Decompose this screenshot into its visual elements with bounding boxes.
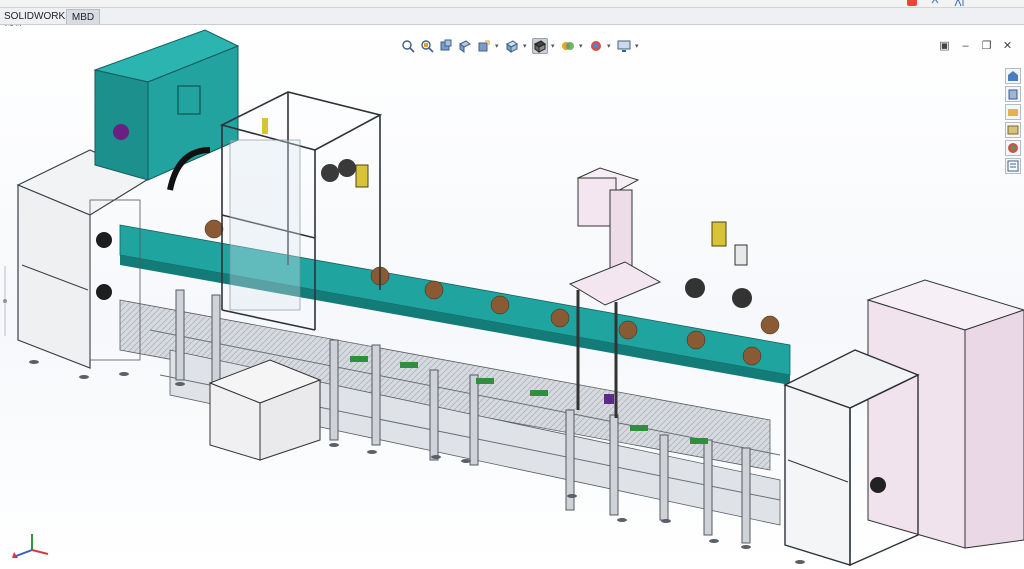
press-station	[568, 167, 662, 418]
feature-manager-collapse-handle[interactable]	[0, 266, 10, 336]
tile-icon[interactable]: ▣	[938, 39, 951, 52]
custom-properties-icon[interactable]	[1005, 158, 1021, 174]
edit-appearance-icon[interactable]	[588, 38, 604, 54]
close-icon[interactable]: ✕	[1001, 39, 1014, 52]
reference-triad	[10, 532, 50, 562]
chevron-down-icon[interactable]: ▾	[579, 42, 585, 50]
app-logo-icon[interactable]	[906, 0, 917, 7]
hide-show-items-icon[interactable]	[560, 38, 576, 54]
section-view-icon[interactable]	[457, 38, 473, 54]
command-manager-tabs: SOLIDWORKS 插件 MBD	[0, 8, 1024, 37]
document-window-controls: ▣ – ❐ ✕	[938, 39, 1014, 53]
minimize-icon[interactable]: –	[959, 39, 972, 52]
graphics-area[interactable]: ▾ ▾ ▾ ▾ ▾ ▾ ▣ – ❐ ✕	[0, 26, 1024, 569]
appearances-icon[interactable]	[1005, 140, 1021, 156]
ai-icon[interactable]	[954, 0, 964, 7]
help-icon[interactable]	[930, 0, 940, 7]
chevron-down-icon[interactable]: ▾	[607, 42, 613, 50]
heads-up-view-toolbar: ▾ ▾ ▾ ▾ ▾ ▾	[400, 37, 641, 55]
chevron-down-icon[interactable]: ▾	[635, 42, 641, 50]
restore-icon[interactable]: ❐	[980, 39, 993, 52]
file-explorer-icon[interactable]	[1005, 104, 1021, 120]
chevron-down-icon[interactable]: ▾	[495, 42, 501, 50]
zoom-area-icon[interactable]	[419, 38, 435, 54]
zoom-to-fit-icon[interactable]	[400, 38, 416, 54]
view-palette-icon[interactable]	[1005, 122, 1021, 138]
tab-mbd[interactable]: MBD	[66, 9, 100, 24]
chevron-down-icon[interactable]: ▾	[551, 42, 557, 50]
view-settings-icon[interactable]	[616, 38, 632, 54]
previous-view-icon[interactable]	[438, 38, 454, 54]
view-orientation-icon[interactable]	[504, 38, 520, 54]
electrical-cabinet	[93, 29, 240, 191]
top-right-icons	[906, 0, 964, 7]
assembly-model[interactable]	[0, 26, 1024, 569]
dynamic-annotation-icon[interactable]	[476, 38, 492, 54]
display-style-icon[interactable]	[532, 38, 548, 54]
tab-solidworks-plugins[interactable]: SOLIDWORKS 插件	[0, 9, 72, 37]
top-strip	[0, 0, 1024, 8]
right-actuators	[685, 221, 752, 308]
design-library-icon[interactable]	[1005, 86, 1021, 102]
chevron-down-icon[interactable]: ▾	[523, 42, 529, 50]
right-cabinet	[866, 279, 1024, 549]
task-pane-tabs	[1005, 68, 1022, 174]
solidworks-resources-icon[interactable]	[1005, 68, 1021, 84]
